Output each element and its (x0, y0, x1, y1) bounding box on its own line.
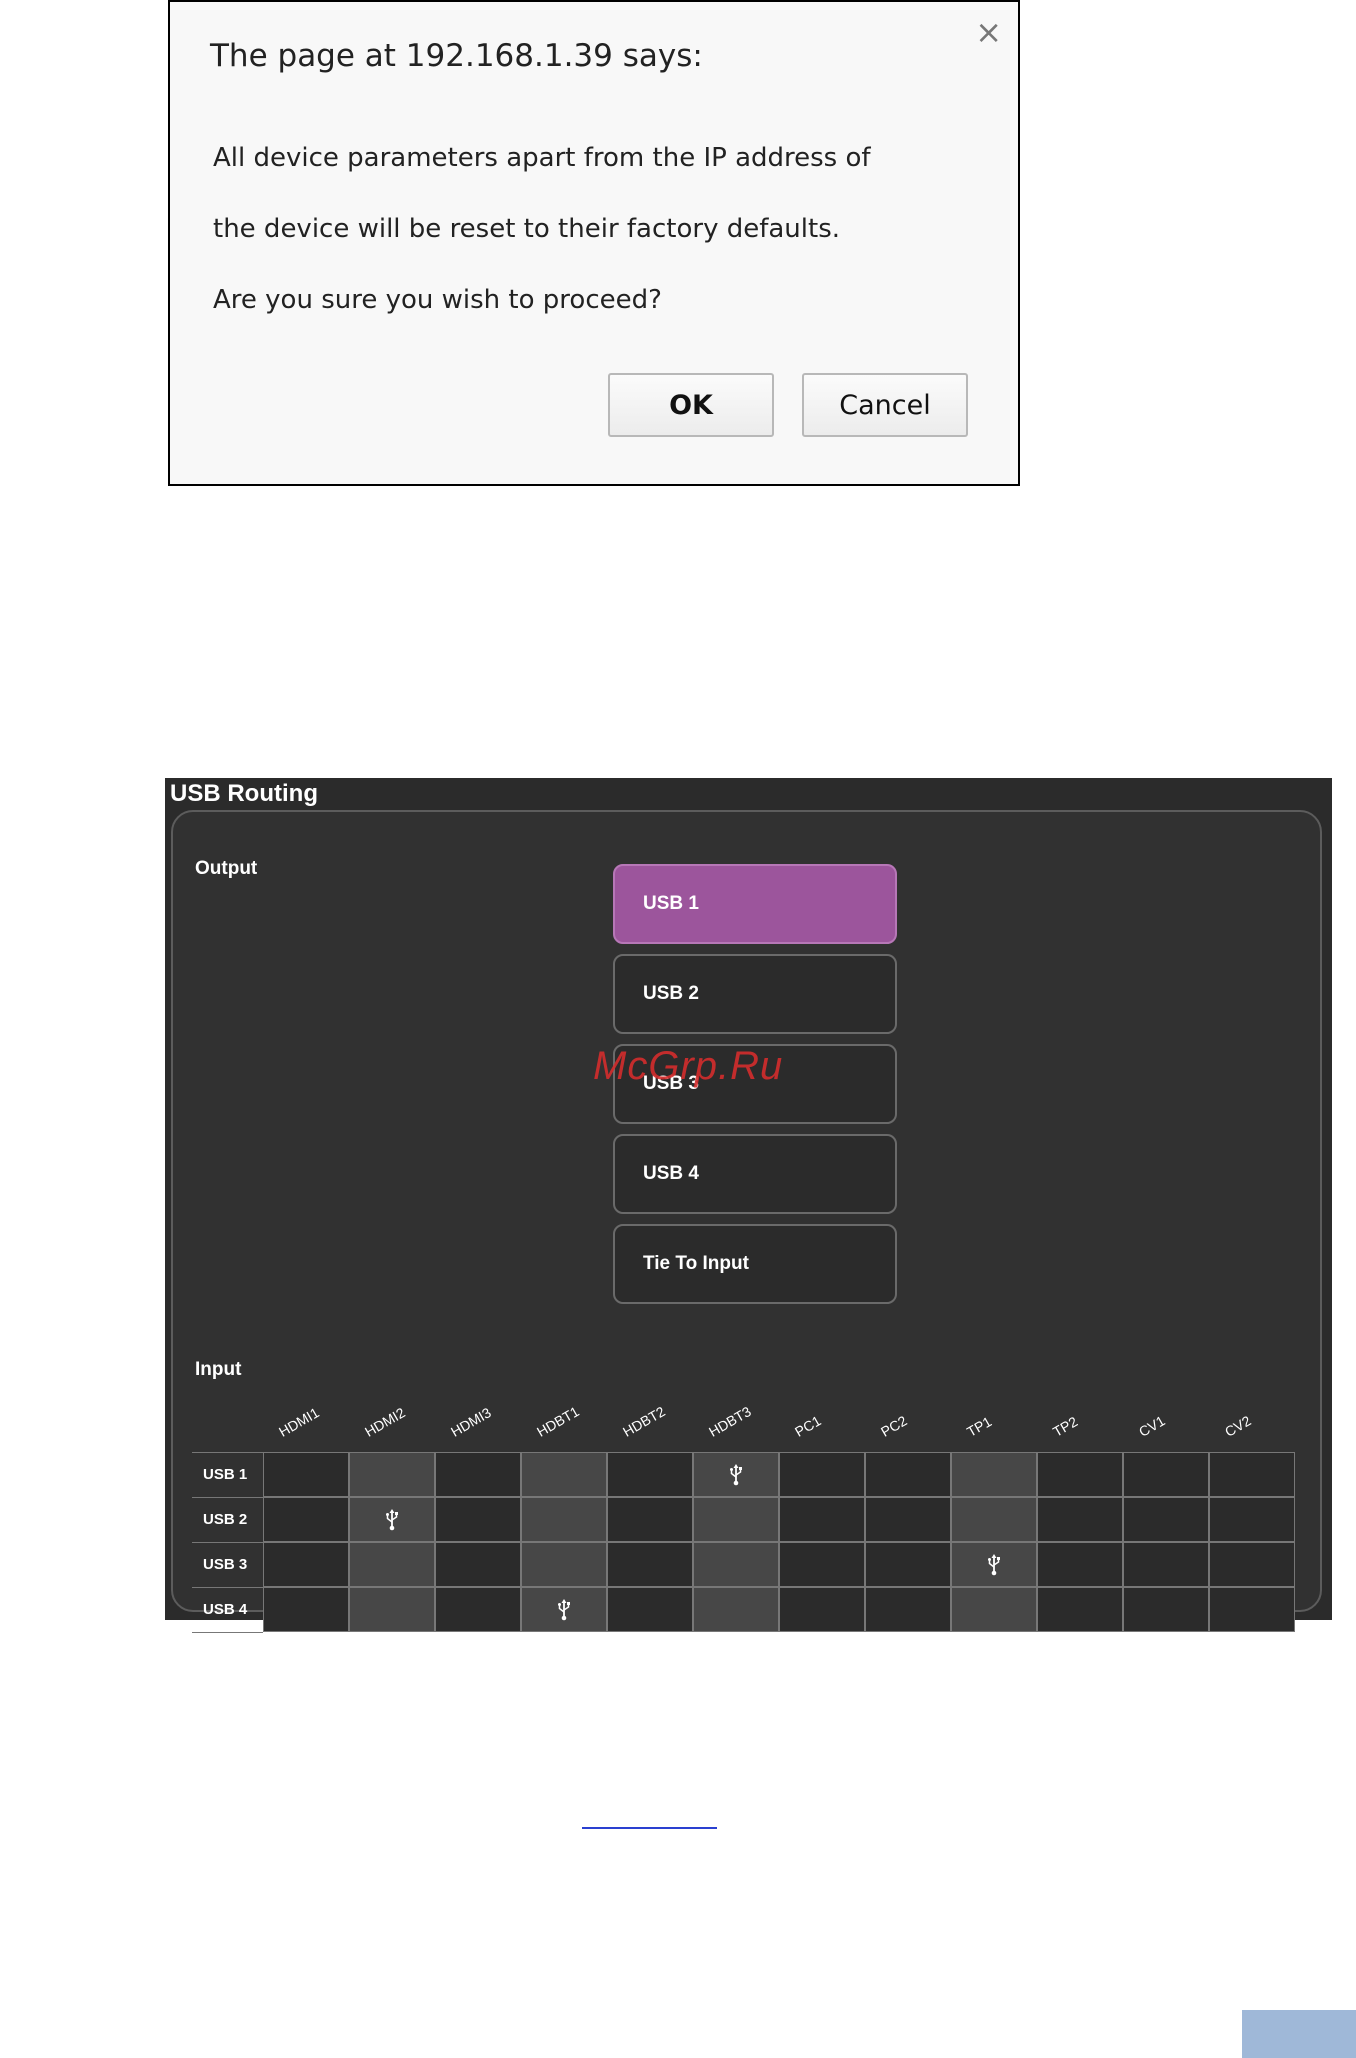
row-divider (192, 1452, 263, 1453)
routing-cell[interactable] (779, 1587, 865, 1632)
cancel-button[interactable]: Cancel (802, 373, 968, 437)
row-header-usb1: USB 1 (203, 1466, 248, 1483)
routing-cell[interactable] (521, 1542, 607, 1587)
usb-icon (729, 1463, 743, 1486)
watermark: McGrp.Ru (593, 1044, 784, 1088)
output-button-usb2[interactable]: USB 2 (613, 954, 897, 1034)
column-header-cv1: CV1 (1136, 1412, 1168, 1440)
routing-cell[interactable] (1037, 1587, 1123, 1632)
routing-cell[interactable] (693, 1542, 779, 1587)
routing-cell[interactable] (263, 1587, 349, 1632)
routing-frame: Output USB 1 USB 2 USB 3 USB 4 Tie To In… (171, 810, 1322, 1633)
routing-cell[interactable] (349, 1452, 435, 1497)
routing-cell[interactable] (1209, 1452, 1295, 1497)
routing-cell[interactable] (435, 1542, 521, 1587)
row-header-usb2: USB 2 (203, 1511, 248, 1528)
dialog-message-line: Are you sure you wish to proceed? (213, 285, 662, 315)
usb-icon (987, 1553, 1001, 1576)
row-header-usb3: USB 3 (203, 1556, 248, 1573)
routing-cell[interactable] (349, 1497, 435, 1542)
panel-title: USB Routing (170, 780, 318, 807)
column-header-hdmi2: HDMI2 (362, 1404, 408, 1440)
routing-cell[interactable] (951, 1587, 1037, 1632)
column-header-pc1: PC1 (792, 1412, 824, 1440)
routing-cell[interactable] (865, 1452, 951, 1497)
column-header-hdbt2: HDBT2 (620, 1403, 668, 1440)
routing-cell[interactable] (435, 1587, 521, 1632)
routing-cell[interactable] (263, 1452, 349, 1497)
routing-cell[interactable] (607, 1587, 693, 1632)
routing-cell[interactable] (779, 1497, 865, 1542)
output-section-label: Output (195, 858, 258, 879)
routing-cell[interactable] (1209, 1587, 1295, 1632)
input-section-label: Input (195, 1359, 242, 1380)
routing-cell[interactable] (521, 1497, 607, 1542)
output-button-usb1[interactable]: USB 1 (613, 864, 897, 944)
usb-icon (557, 1598, 571, 1621)
routing-cell[interactable] (865, 1497, 951, 1542)
confirm-dialog: × The page at 192.168.1.39 says: All dev… (168, 0, 1020, 486)
routing-cell[interactable] (263, 1497, 349, 1542)
routing-cell[interactable] (1209, 1542, 1295, 1587)
routing-cell[interactable] (607, 1497, 693, 1542)
usb-icon (385, 1508, 399, 1531)
hyperlink-underline[interactable] (582, 1827, 717, 1829)
routing-cell[interactable] (693, 1452, 779, 1497)
routing-cell[interactable] (607, 1452, 693, 1497)
routing-cell[interactable] (693, 1497, 779, 1542)
row-divider (192, 1632, 263, 1633)
column-header-cv2: CV2 (1222, 1412, 1254, 1440)
routing-cell[interactable] (1123, 1497, 1209, 1542)
routing-cell[interactable] (349, 1542, 435, 1587)
column-header-tp2: TP2 (1050, 1413, 1081, 1440)
routing-cell[interactable] (865, 1587, 951, 1632)
dialog-title: The page at 192.168.1.39 says: (210, 38, 703, 74)
routing-cell[interactable] (1209, 1497, 1295, 1542)
routing-cell[interactable] (1037, 1497, 1123, 1542)
column-header-hdbt1: HDBT1 (534, 1403, 582, 1440)
output-button-usb4[interactable]: USB 4 (613, 1134, 897, 1214)
column-header-tp1: TP1 (964, 1413, 995, 1440)
tie-to-input-button[interactable]: Tie To Input (613, 1224, 897, 1304)
column-header-hdmi1: HDMI1 (276, 1404, 322, 1440)
routing-cell[interactable] (951, 1452, 1037, 1497)
dialog-message-line: All device parameters apart from the IP … (213, 143, 871, 173)
routing-cell[interactable] (521, 1587, 607, 1632)
routing-grid: USB 1 USB 2 USB 3 USB 4 (192, 1452, 1301, 1633)
routing-cell[interactable] (1123, 1452, 1209, 1497)
row-header-usb4: USB 4 (203, 1601, 248, 1618)
routing-cell[interactable] (1037, 1452, 1123, 1497)
routing-cell[interactable] (521, 1452, 607, 1497)
routing-cell[interactable] (435, 1497, 521, 1542)
routing-cell[interactable] (779, 1542, 865, 1587)
routing-cell[interactable] (951, 1497, 1037, 1542)
routing-cell[interactable] (1123, 1542, 1209, 1587)
column-header-hdmi3: HDMI3 (448, 1404, 494, 1440)
routing-cell[interactable] (1037, 1542, 1123, 1587)
page-number-block (1242, 2010, 1356, 2058)
routing-cell[interactable] (1123, 1587, 1209, 1632)
routing-cell[interactable] (865, 1542, 951, 1587)
dialog-message-line: the device will be reset to their factor… (213, 214, 841, 244)
close-icon[interactable]: × (975, 16, 1002, 48)
routing-cell[interactable] (435, 1452, 521, 1497)
routing-cell[interactable] (607, 1542, 693, 1587)
column-header-hdbt3: HDBT3 (706, 1403, 754, 1440)
ok-button[interactable]: OK (608, 373, 774, 437)
routing-cell[interactable] (951, 1542, 1037, 1587)
routing-cell[interactable] (779, 1452, 865, 1497)
column-header-pc2: PC2 (878, 1412, 910, 1440)
usb-routing-panel: USB Routing Output USB 1 USB 2 USB 3 USB… (165, 778, 1332, 1633)
routing-cell[interactable] (263, 1542, 349, 1587)
routing-cell[interactable] (693, 1587, 779, 1632)
routing-cell[interactable] (349, 1587, 435, 1632)
